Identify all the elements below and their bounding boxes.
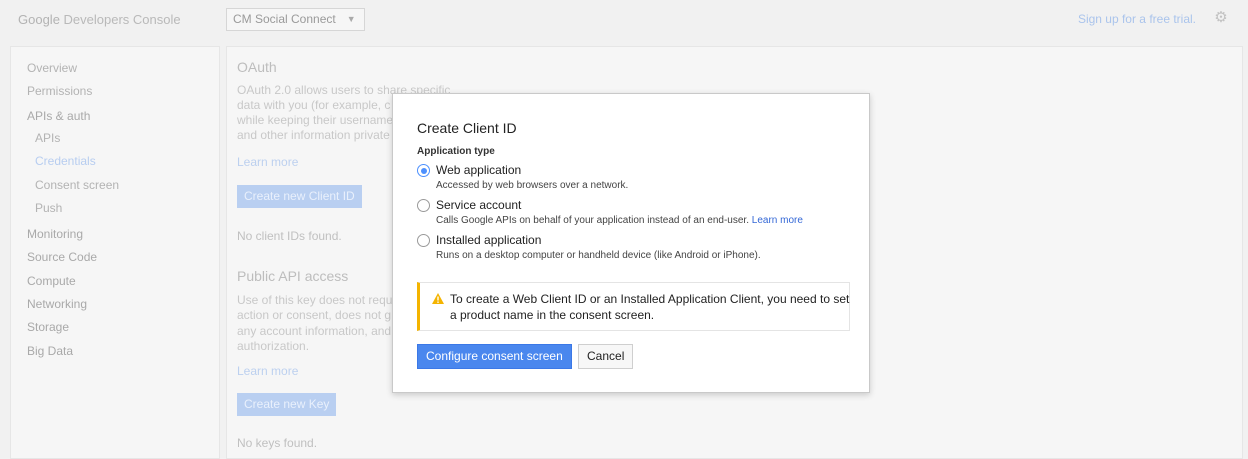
cancel-button[interactable]: Cancel [578,344,634,369]
sidebar-item-credentials[interactable]: Credentials [35,154,96,168]
public-api-learn-more-link[interactable]: Learn more [237,364,298,378]
sidebar-item-permissions[interactable]: Permissions [27,84,92,98]
top-bar: Google Developers Console CM Social Conn… [0,0,1248,40]
keys-empty-text: No keys found. [237,436,318,450]
oauth-desc-2: data with you (for example, c [237,98,391,112]
dialog-title: Create Client ID [417,120,517,136]
brand-product: Developers Console [63,12,181,27]
public-api-desc-3: any account information, and [237,324,392,338]
sidebar: Overview Permissions APIs & auth APIs Cr… [10,46,220,459]
sidebar-item-apis[interactable]: APIs [35,131,60,145]
sidebar-item-monitoring[interactable]: Monitoring [27,227,83,241]
public-api-desc-2: action or consent, does not g [237,308,392,322]
project-selector[interactable]: CM Social Connect ▼ [226,8,365,31]
sidebar-item-source-code[interactable]: Source Code [27,250,97,264]
gear-icon[interactable]: ⚙ [1213,10,1229,26]
service-account-desc-wrap: Calls Google APIs on behalf of your appl… [436,215,803,226]
create-new-key-button[interactable]: Create new Key [237,393,337,416]
web-application-label[interactable]: Web application [436,163,521,177]
service-account-learn-more-link[interactable]: Learn more [752,215,803,226]
warning-text: To create a Web Client ID or an Installe… [450,292,850,322]
installed-application-desc: Runs on a desktop computer or handheld d… [436,250,761,261]
create-client-id-button[interactable]: Create new Client ID [237,185,362,208]
web-application-radio[interactable] [417,164,430,177]
oauth-desc-3: while keeping their username [237,113,394,127]
service-account-desc: Calls Google APIs on behalf of your appl… [436,215,749,226]
chevron-down-icon: ▼ [346,14,356,24]
sidebar-item-networking[interactable]: Networking [27,297,87,311]
sidebar-item-overview[interactable]: Overview [27,61,77,75]
installed-application-label[interactable]: Installed application [436,233,541,247]
sidebar-item-compute[interactable]: Compute [27,274,76,288]
installed-application-radio[interactable] [417,234,430,247]
create-client-id-dialog: Create Client ID Application type Web ap… [392,93,870,393]
oauth-desc-4: and other information private [237,128,390,142]
service-account-radio[interactable] [417,199,430,212]
oauth-learn-more-link[interactable]: Learn more [237,155,298,169]
sidebar-item-storage[interactable]: Storage [27,320,69,334]
sidebar-item-big-data[interactable]: Big Data [27,344,73,358]
oauth-empty-text: No client IDs found. [237,229,342,243]
web-application-desc: Accessed by web browsers over a network. [436,180,629,191]
free-trial-link[interactable]: Sign up for a free trial. [1078,12,1196,26]
brand-google: Google [18,12,60,27]
warning-icon [432,293,444,304]
public-api-title: Public API access [237,268,349,284]
public-api-desc-1: Use of this key does not requ [237,293,393,307]
oauth-title: OAuth [237,59,277,75]
sidebar-item-apis-auth[interactable]: APIs & auth [27,109,90,123]
application-type-label: Application type [417,146,495,157]
project-name: CM Social Connect [233,12,336,26]
sidebar-item-push[interactable]: Push [35,201,62,215]
sidebar-item-consent-screen[interactable]: Consent screen [35,178,119,192]
warning-box: To create a Web Client ID or an Installe… [417,282,850,331]
configure-consent-screen-button[interactable]: Configure consent screen [417,344,572,369]
console-logo[interactable]: Google Developers Console [18,12,181,27]
public-api-desc-4: authorization. [237,339,310,353]
service-account-label[interactable]: Service account [436,198,521,212]
